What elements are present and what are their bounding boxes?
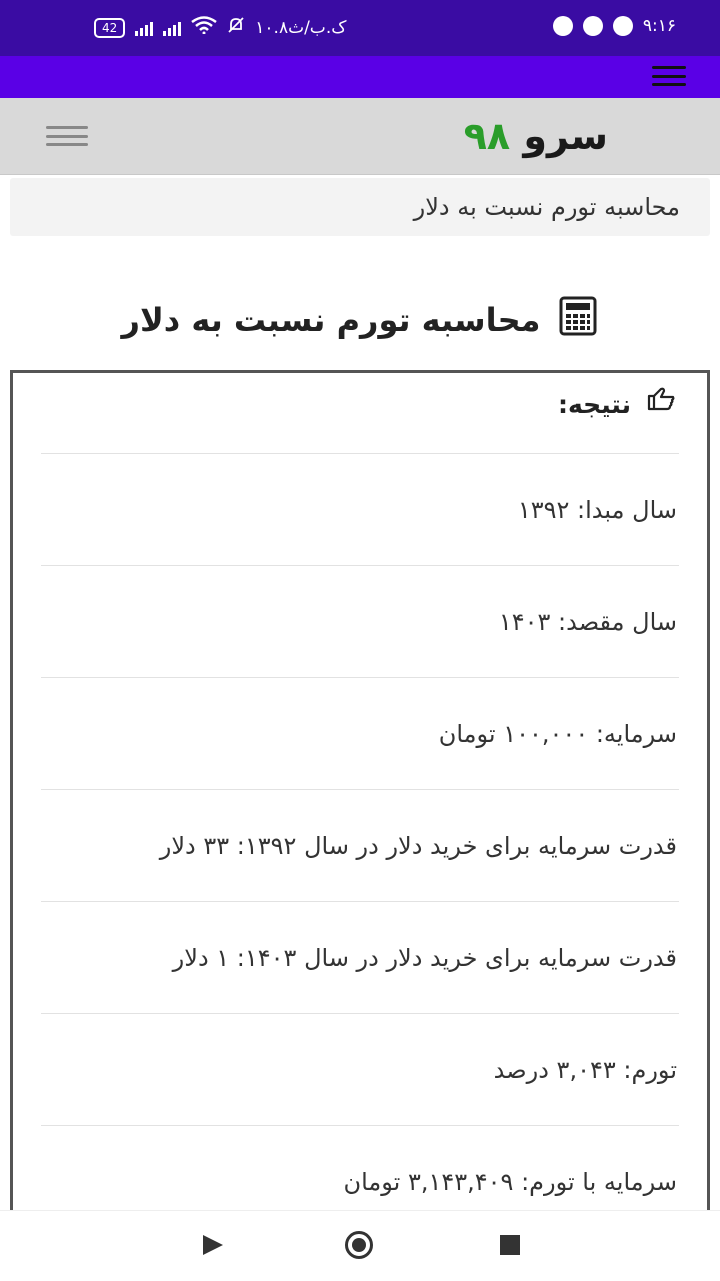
app-notification-icon bbox=[552, 16, 573, 36]
result-row-capital: سرمایه: ۱۰۰,۰۰۰ تومان bbox=[41, 677, 679, 789]
clock: ۹:۱۶ bbox=[642, 16, 676, 36]
site-menu-icon[interactable] bbox=[46, 126, 88, 146]
site-header: سرو ۹۸ bbox=[0, 98, 720, 175]
signal-icon-2 bbox=[163, 20, 182, 36]
logo-word: سرو bbox=[523, 114, 608, 158]
result-heading: نتیجه: bbox=[558, 389, 631, 419]
hand-pointing-icon bbox=[645, 387, 677, 421]
page-title-row: محاسبه تورم نسبت به دلار bbox=[0, 290, 720, 350]
result-list: سال مبدا: ۱۳۹۲ سال مقصد: ۱۴۰۳ سرمایه: ۱۰… bbox=[41, 453, 679, 1237]
page-title: محاسبه تورم نسبت به دلار bbox=[121, 301, 541, 339]
result-card: نتیجه: سال مبدا: ۱۳۹۲ سال مقصد: ۱۴۰۳ سرم… bbox=[10, 370, 710, 1270]
logo-number: ۹۸ bbox=[463, 114, 511, 158]
muted-bell-icon bbox=[227, 16, 245, 39]
breadcrumb[interactable]: محاسبه تورم نسبت به دلار bbox=[10, 178, 710, 236]
result-row-inflation: تورم: ۳,۰۴۳ درصد bbox=[41, 1013, 679, 1125]
network-speed: ۱۰.۸ک.ب/ث bbox=[255, 17, 347, 38]
shield-notification-icon bbox=[612, 16, 633, 36]
status-bar: 42 ۱۰.۸ک.ب/ث ۹:۱۶ bbox=[0, 0, 720, 56]
status-bar-left: 42 ۱۰.۸ک.ب/ث bbox=[94, 16, 346, 39]
signal-icon bbox=[135, 20, 154, 36]
calculator-icon bbox=[558, 296, 598, 344]
shop-notification-icon bbox=[582, 16, 603, 36]
battery-indicator: 42 bbox=[94, 17, 126, 38]
result-row-purchase-power-target: قدرت سرمایه برای خرید دلار در سال ۱۴۰۳: … bbox=[41, 901, 679, 1013]
back-button[interactable] bbox=[203, 1235, 223, 1255]
wifi-icon bbox=[191, 16, 218, 39]
status-bar-right: ۹:۱۶ bbox=[552, 16, 676, 36]
system-nav-bar bbox=[0, 1210, 720, 1281]
app-bar bbox=[0, 56, 720, 98]
result-row-start-year: سال مبدا: ۱۳۹۲ bbox=[41, 453, 679, 565]
site-logo[interactable]: سرو ۹۸ bbox=[464, 114, 608, 158]
home-button[interactable] bbox=[345, 1231, 373, 1259]
result-row-target-year: سال مقصد: ۱۴۰۳ bbox=[41, 565, 679, 677]
hamburger-menu-icon[interactable] bbox=[652, 66, 686, 86]
result-heading-row: نتیجه: bbox=[558, 387, 677, 421]
recent-apps-button[interactable] bbox=[500, 1235, 520, 1255]
result-row-purchase-power-start: قدرت سرمایه برای خرید دلار در سال ۱۳۹۲: … bbox=[41, 789, 679, 901]
